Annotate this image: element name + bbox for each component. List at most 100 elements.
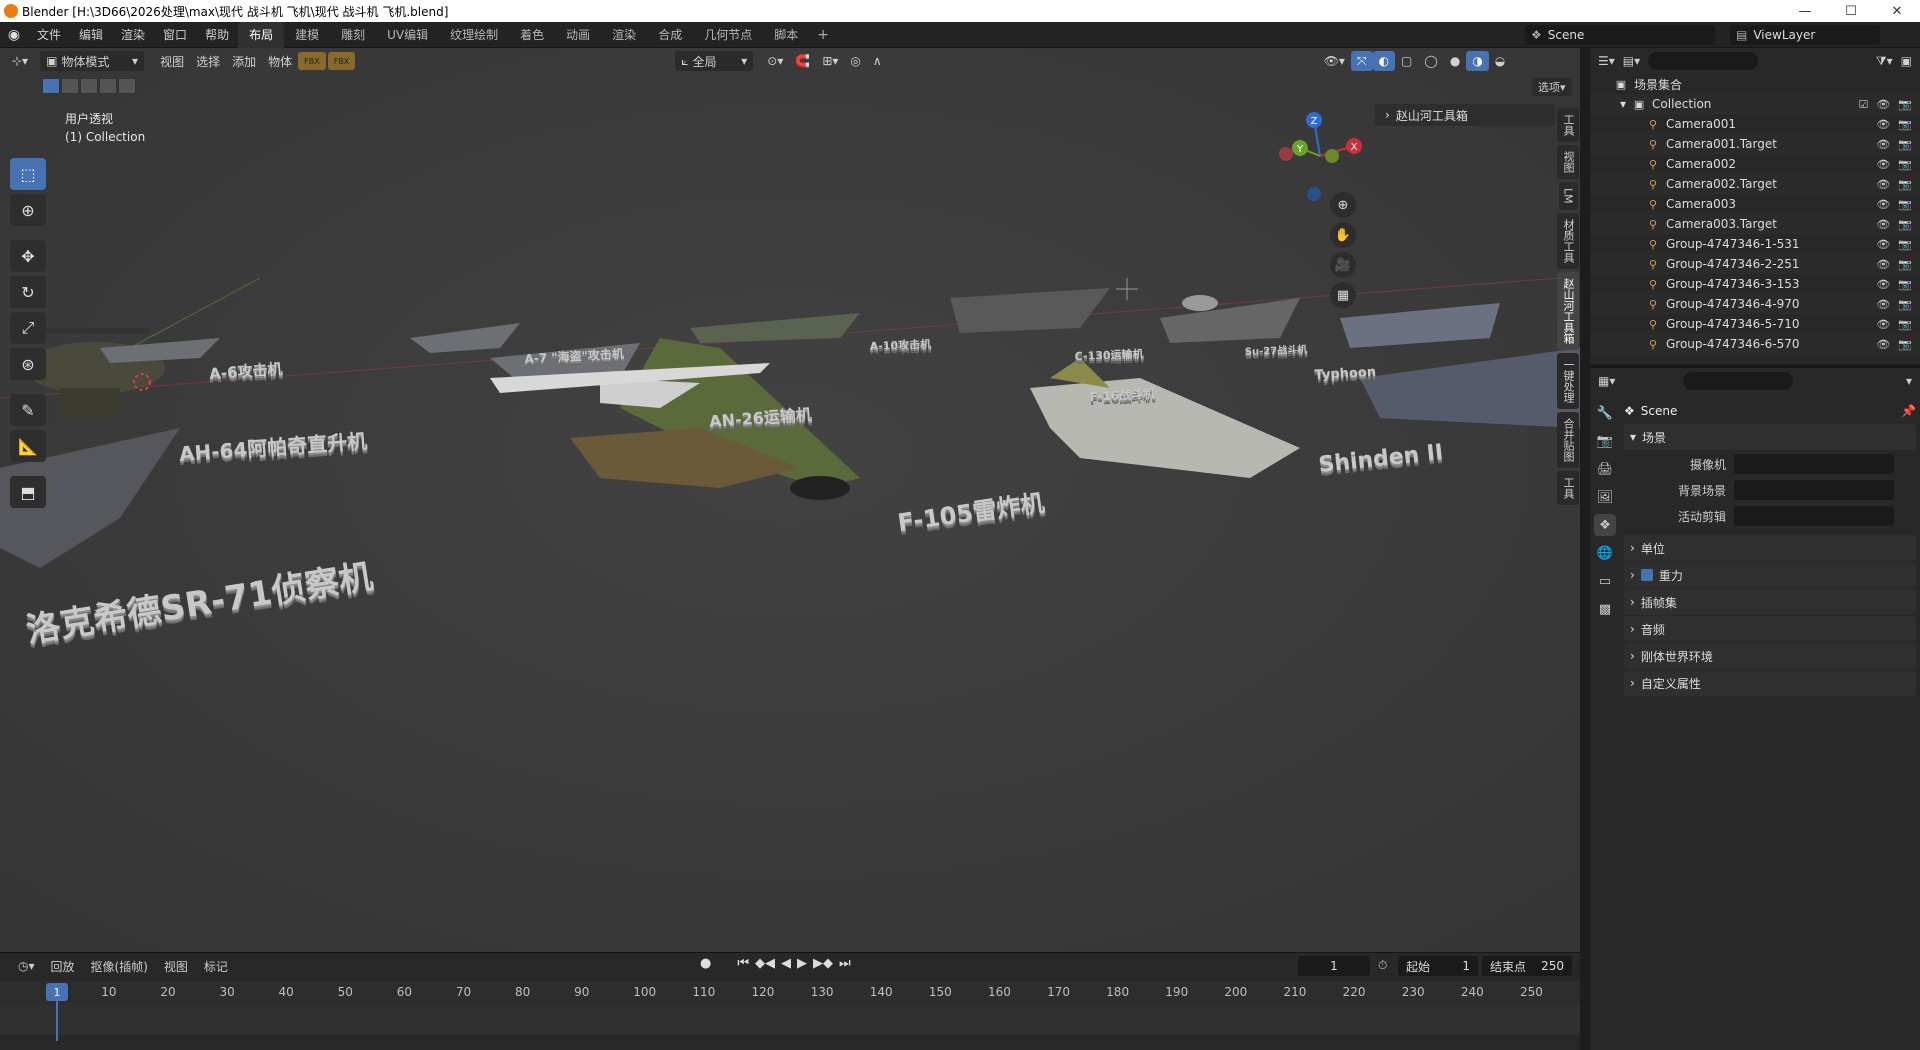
scale-tool-icon[interactable]: ⤢ bbox=[10, 312, 46, 344]
camera-render-icon[interactable]: 📷 bbox=[1898, 138, 1912, 151]
camera-view-icon[interactable]: 🎥 bbox=[1330, 252, 1356, 278]
eye-icon[interactable]: 👁 bbox=[1876, 318, 1890, 331]
render-props-icon[interactable]: 📷 bbox=[1594, 430, 1616, 452]
side-tab-one-click[interactable]: 一键处理 bbox=[1557, 352, 1579, 409]
timeline-editor-icon[interactable]: ◷▾ bbox=[10, 959, 43, 973]
menu-playback[interactable]: 回放 bbox=[43, 958, 83, 975]
eye-icon[interactable]: 👁 bbox=[1876, 158, 1890, 171]
side-tab-zsh-toolbox[interactable]: 赵山河工具箱 bbox=[1557, 271, 1579, 350]
side-tab-view[interactable]: 视图 bbox=[1557, 145, 1579, 179]
xray-icon[interactable]: ▢ bbox=[1395, 51, 1418, 71]
playhead[interactable]: 1 bbox=[46, 983, 68, 1001]
menu-object[interactable]: 物体 bbox=[262, 51, 298, 71]
section-scene[interactable]: ▾ 场景 bbox=[1624, 424, 1916, 450]
next-keyframe-icon[interactable]: ▶◆ bbox=[813, 956, 833, 971]
display-mode-icon[interactable]: ▤▾ bbox=[1623, 54, 1640, 68]
menu-select[interactable]: 选择 bbox=[190, 51, 226, 71]
tab-shading[interactable]: 着色 bbox=[509, 22, 555, 48]
add-workspace-icon[interactable]: + bbox=[809, 27, 837, 43]
tool-props-icon[interactable]: 🔧 bbox=[1594, 402, 1616, 424]
scene-props-icon[interactable]: ❖ bbox=[1594, 514, 1616, 536]
side-tab-material-tools[interactable]: 材质工具 bbox=[1557, 212, 1579, 269]
eye-icon[interactable]: 👁 bbox=[1876, 238, 1890, 251]
pan-hand-icon[interactable]: ✋ bbox=[1330, 222, 1356, 248]
side-tab-tools[interactable]: 工具 bbox=[1557, 470, 1579, 505]
record-icon[interactable]: ● bbox=[700, 956, 711, 971]
menu-render[interactable]: 渲染 bbox=[112, 22, 154, 48]
eye-icon[interactable]: 👁 bbox=[1876, 198, 1890, 211]
camera-render-icon[interactable]: 📷 bbox=[1898, 198, 1912, 211]
visibility-icon[interactable]: 👁▾ bbox=[1318, 51, 1351, 71]
camera-render-icon[interactable]: 📷 bbox=[1898, 278, 1912, 291]
outliner-editor-icon[interactable]: ☰▾ bbox=[1598, 54, 1615, 68]
collection-props-icon[interactable]: ▭ bbox=[1594, 570, 1616, 592]
gizmo-toggle-icon[interactable]: ⤧ bbox=[1350, 51, 1373, 71]
select-new-icon[interactable] bbox=[42, 78, 60, 94]
tab-layout[interactable]: 布局 bbox=[238, 21, 285, 48]
eye-icon[interactable]: 👁 bbox=[1876, 178, 1890, 191]
camera-render-icon[interactable]: 📷 bbox=[1898, 218, 1912, 231]
tab-scripting[interactable]: 脚本 bbox=[763, 22, 809, 48]
menu-view[interactable]: 视图 bbox=[154, 51, 190, 71]
snap-icon[interactable]: 🧲 bbox=[789, 51, 816, 71]
camera-render-icon[interactable]: 📷 bbox=[1898, 318, 1912, 331]
navigation-gizmo[interactable]: Z X Y bbox=[1272, 108, 1368, 204]
jump-start-icon[interactable]: ⏮ bbox=[737, 956, 749, 971]
field-camera-input[interactable] bbox=[1734, 454, 1894, 474]
world-props-icon[interactable]: 🌐 bbox=[1594, 542, 1616, 564]
close-icon[interactable]: ✕ bbox=[1874, 0, 1920, 22]
outliner-item[interactable]: ⚲ Group-4747346-1-531 👁 📷 bbox=[1590, 234, 1920, 254]
section-audio[interactable]: › 音频 bbox=[1624, 616, 1916, 642]
camera-render-icon[interactable]: 📷 bbox=[1898, 258, 1912, 271]
outliner-item[interactable]: ⚲ Camera002.Target 👁 📷 bbox=[1590, 174, 1920, 194]
end-frame-field[interactable]: 结束点 250 bbox=[1482, 956, 1572, 976]
section-gravity[interactable]: › 重力 bbox=[1624, 562, 1916, 588]
camera-render-icon[interactable]: 📷 bbox=[1898, 178, 1912, 191]
select-extend-icon[interactable] bbox=[61, 78, 79, 94]
menu-add[interactable]: 添加 bbox=[226, 51, 262, 71]
tab-animation[interactable]: 动画 bbox=[555, 22, 601, 48]
eye-icon[interactable]: 👁 bbox=[1876, 118, 1890, 131]
minimize-icon[interactable]: — bbox=[1782, 0, 1828, 22]
ortho-grid-icon[interactable]: ▦ bbox=[1330, 282, 1356, 308]
outliner-item[interactable]: ⚲ Group-4747346-5-710 👁 📷 bbox=[1590, 314, 1920, 334]
zoom-icon[interactable]: ⊕ bbox=[1330, 192, 1356, 218]
section-rigid-body-world[interactable]: › 刚体世界环境 bbox=[1624, 643, 1916, 669]
outliner-root[interactable]: ▣ 场景集合 bbox=[1590, 74, 1920, 94]
mode-dropdown[interactable]: ▣ 物体模式 ▾ bbox=[40, 51, 145, 71]
eye-icon[interactable]: 👁 bbox=[1876, 138, 1890, 151]
view-layer-selector[interactable]: ▤ ViewLayer bbox=[1730, 25, 1880, 45]
outliner-item[interactable]: ⚲ Group-4747346-6-570 👁 📷 bbox=[1590, 334, 1920, 354]
annotate-tool-icon[interactable]: ✎ bbox=[10, 394, 46, 426]
rotate-tool-icon[interactable]: ↻ bbox=[10, 276, 46, 308]
outliner-item[interactable]: ⚲ Camera003 👁 📷 bbox=[1590, 194, 1920, 214]
tab-sculpting[interactable]: 雕刻 bbox=[330, 22, 376, 48]
eye-icon[interactable]: 👁 bbox=[1876, 338, 1890, 351]
select-invert-icon[interactable] bbox=[99, 78, 117, 94]
measure-tool-icon[interactable]: 📐 bbox=[10, 430, 46, 462]
fbx-export-icon[interactable]: FBX bbox=[327, 52, 356, 70]
gravity-checkbox[interactable] bbox=[1640, 569, 1653, 581]
side-tab-tool[interactable]: 工具 bbox=[1557, 108, 1579, 142]
options-dropdown[interactable]: 选项 ▾ bbox=[1532, 78, 1572, 96]
side-tab-lm[interactable]: LM bbox=[1558, 182, 1578, 210]
checkbox-icon[interactable]: ☑ bbox=[1858, 98, 1868, 111]
select-intersect-icon[interactable] bbox=[118, 78, 136, 94]
camera-render-icon[interactable]: 📷 bbox=[1898, 298, 1912, 311]
view-layer-props-icon[interactable]: 🖼 bbox=[1594, 486, 1616, 508]
move-tool-icon[interactable]: ✥ bbox=[10, 240, 46, 272]
tab-geometry-nodes[interactable]: 几何节点 bbox=[693, 22, 763, 48]
rendered-shading-icon[interactable]: ◒ bbox=[1489, 51, 1511, 71]
outliner-collection[interactable]: ▾ ▣ Collection ☑ 👁 📷 bbox=[1590, 94, 1920, 114]
camera-render-icon[interactable]: 📷 bbox=[1898, 158, 1912, 171]
outliner-item[interactable]: ⚲ Camera001.Target 👁 📷 bbox=[1590, 134, 1920, 154]
fbx-import-icon[interactable]: FBX bbox=[298, 52, 326, 70]
tab-uv-editing[interactable]: UV编辑 bbox=[376, 22, 439, 48]
outliner-item[interactable]: ⚲ Group-4747346-4-970 👁 📷 bbox=[1590, 294, 1920, 314]
3d-viewport[interactable]: A-6攻击机 A-7 "海盗"攻击机 A-10攻击机 AH-64阿帕奇直升机 A… bbox=[0, 48, 1580, 952]
camera-render-icon[interactable]: 📷 bbox=[1898, 118, 1912, 131]
play-reverse-icon[interactable]: ◀ bbox=[781, 956, 791, 971]
solid-shading-icon[interactable]: ● bbox=[1444, 51, 1466, 71]
snap-target-icon[interactable]: ⊞▾ bbox=[816, 51, 844, 71]
output-props-icon[interactable]: 🖨 bbox=[1594, 458, 1616, 480]
